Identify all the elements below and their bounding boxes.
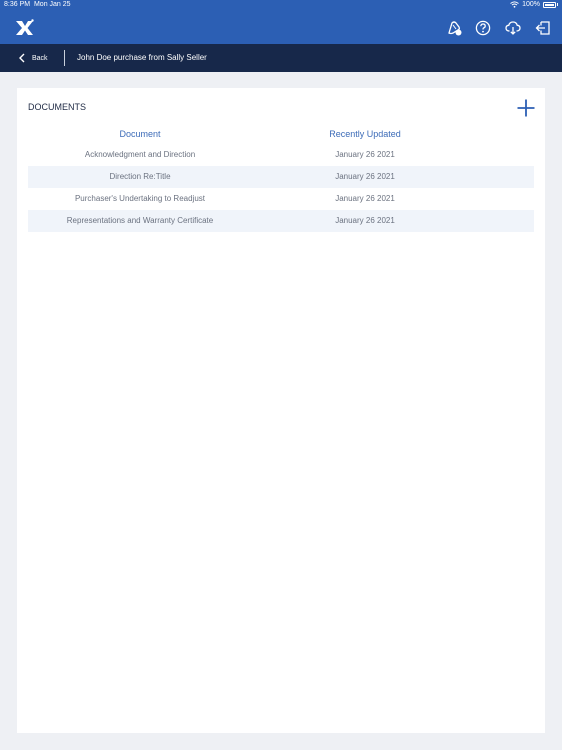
status-date: Mon Jan 25 <box>33 1 71 8</box>
chevron-left-icon <box>19 53 25 63</box>
table-row[interactable]: Purchaser's Undertaking to Readjust Janu… <box>28 188 534 210</box>
table-header: Document Recently Updated <box>28 124 534 144</box>
battery-tip <box>557 3 558 6</box>
document-updated: January 26 2021 <box>335 172 395 181</box>
cloud-download-icon[interactable] <box>502 17 524 39</box>
logout-icon[interactable] <box>532 17 554 39</box>
column-header-document[interactable]: Document <box>28 129 252 139</box>
add-document-button[interactable] <box>516 98 536 118</box>
badge-icon[interactable] <box>443 17 465 39</box>
documents-card: DOCUMENTS Document Recently Updated Ackn… <box>17 88 545 733</box>
document-updated: January 26 2021 <box>335 150 395 159</box>
column-header-updated[interactable]: Recently Updated <box>252 129 478 139</box>
help-icon[interactable] <box>472 17 494 39</box>
status-indicators: 100% <box>510 1 558 8</box>
section-title: DOCUMENTS <box>28 102 86 112</box>
document-name: Direction Re:Title <box>109 172 171 181</box>
status-bar: 8:36 PM Mon Jan 25 100% <box>0 0 562 11</box>
table-row[interactable]: Acknowledgment and Direction January 26 … <box>28 144 534 166</box>
back-button[interactable]: Back <box>18 44 48 72</box>
nav-divider <box>64 50 65 66</box>
page-title: John Doe purchase from Sally Seller <box>77 53 207 62</box>
document-name: Purchaser's Undertaking to Readjust <box>74 194 206 203</box>
document-updated: January 26 2021 <box>335 194 395 203</box>
table-row[interactable]: Direction Re:Title January 26 2021 <box>28 166 534 188</box>
x-logo-icon[interactable] <box>13 17 35 39</box>
app-header: 8:36 PM Mon Jan 25 100% <box>0 0 562 44</box>
table-row[interactable]: Representations and Warranty Certificate… <box>28 210 534 232</box>
status-clock: 8:36 PM <box>4 1 31 8</box>
document-updated: January 26 2021 <box>335 216 395 225</box>
documents-table: Document Recently Updated Acknowledgment… <box>28 124 534 232</box>
battery-percent: 100% <box>522 1 540 8</box>
battery-icon <box>543 1 556 8</box>
document-name: Representations and Warranty Certificate <box>66 216 214 225</box>
status-time: 8:36 PM Mon Jan 25 <box>4 1 71 8</box>
back-label: Back <box>32 54 48 62</box>
wifi-icon <box>510 1 519 8</box>
nav-bar: Back John Doe purchase from Sally Seller <box>0 44 562 72</box>
document-name: Acknowledgment and Direction <box>84 150 196 159</box>
